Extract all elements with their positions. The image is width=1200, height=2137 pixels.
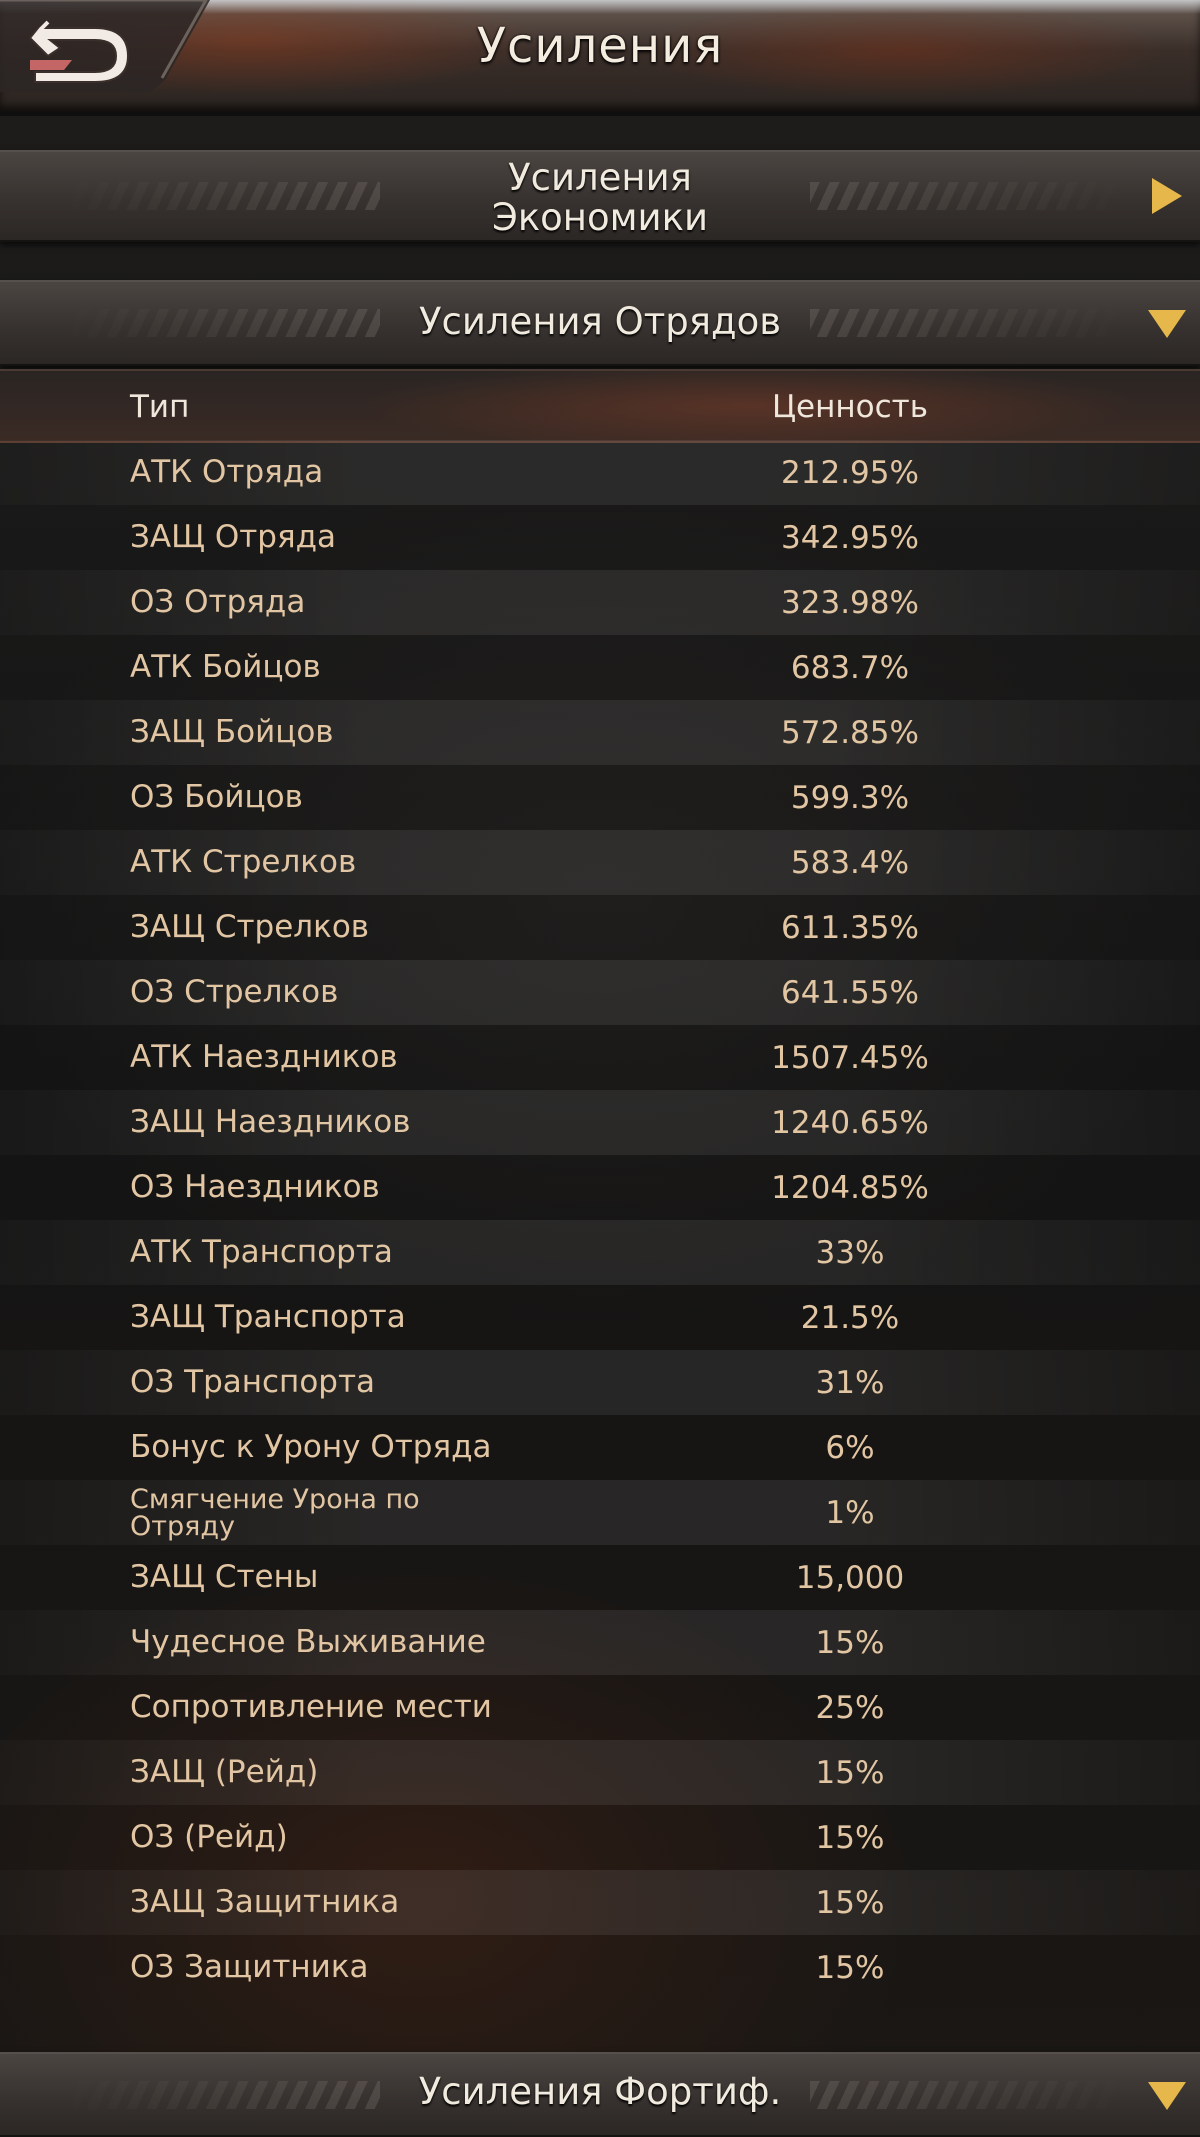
- row-name: АТК Наездников: [130, 1039, 398, 1075]
- row-value: 323.98%: [781, 584, 919, 621]
- chevron-right-icon: [1152, 178, 1182, 214]
- row-name: ЗАЩ (Рейд): [130, 1754, 319, 1790]
- row-value: 583.4%: [790, 844, 910, 881]
- chevron-down-icon: [1148, 2082, 1186, 2110]
- row-value: 342.95%: [781, 519, 919, 556]
- row-value: 21.5%: [800, 1299, 900, 1336]
- row-name: ОЗ Наездников: [130, 1169, 380, 1205]
- table-row: ЗАЩ Транспорта 21.5%: [0, 1285, 1200, 1350]
- row-value: 15%: [815, 1754, 885, 1791]
- row-value: 6%: [825, 1429, 875, 1466]
- row-name: АТК Бойцов: [130, 649, 321, 685]
- row-value: 572.85%: [781, 714, 919, 751]
- table-row: АТК Отряда 212.95%: [0, 440, 1200, 505]
- row-name: ЗАЩ Транспорта: [130, 1299, 406, 1335]
- row-value: 33%: [815, 1234, 885, 1271]
- row-name: АТК Стрелков: [130, 844, 357, 880]
- row-value: 15,000: [795, 1559, 905, 1596]
- row-value: 212.95%: [781, 454, 919, 491]
- table-row: ОЗ (Рейд) 15%: [0, 1805, 1200, 1870]
- table-row: Чудесное Выживание 15%: [0, 1610, 1200, 1675]
- row-name: ОЗ Транспорта: [130, 1364, 376, 1400]
- row-name: ОЗ (Рейд): [130, 1819, 288, 1855]
- table-row: Бонус к Урону Отряда 6%: [0, 1415, 1200, 1480]
- section-label: Усиления Экономики: [491, 156, 708, 239]
- row-name: ЗАЩ Наездников: [130, 1104, 411, 1140]
- table-row: ЗАЩ Бойцов 572.85%: [0, 700, 1200, 765]
- row-name: ОЗ Защитника: [130, 1949, 369, 1985]
- table-row: АТК Транспорта 33%: [0, 1220, 1200, 1285]
- row-name: АТК Транспорта: [130, 1234, 393, 1270]
- row-name: ОЗ Отряда: [130, 584, 306, 620]
- table-row: ОЗ Отряда 323.98%: [0, 570, 1200, 635]
- row-name: Сопротивление мести: [130, 1689, 492, 1725]
- row-value: 1507.45%: [771, 1039, 929, 1076]
- column-header-value: Ценность: [771, 389, 928, 425]
- row-value: 1240.65%: [771, 1104, 929, 1141]
- section-label: Усиления Отрядов: [418, 300, 782, 343]
- table-row: ЗАЩ Стрелков 611.35%: [0, 895, 1200, 960]
- table-row: АТК Наездников 1507.45%: [0, 1025, 1200, 1090]
- row-value: 611.35%: [781, 909, 919, 946]
- table-row: ЗАЩ (Рейд) 15%: [0, 1740, 1200, 1805]
- table-row: ОЗ Бойцов 599.3%: [0, 765, 1200, 830]
- table-row: АТК Бойцов 683.7%: [0, 635, 1200, 700]
- row-value: 15%: [815, 1624, 885, 1661]
- table-row: АТК Стрелков 583.4%: [0, 830, 1200, 895]
- row-value: 683.7%: [790, 649, 910, 686]
- table-row: ОЗ Транспорта 31%: [0, 1350, 1200, 1415]
- chevron-down-icon: [1148, 310, 1186, 338]
- section-troop-boosts[interactable]: Усиления Отрядов: [0, 280, 1200, 366]
- table-row: ОЗ Защитника 15%: [0, 1935, 1200, 2000]
- row-name: Бонус к Урону Отряда: [130, 1429, 492, 1465]
- row-name: ЗАЩ Бойцов: [130, 714, 334, 750]
- row-name: ЗАЩ Отряда: [130, 519, 337, 555]
- section-fort-boosts[interactable]: Усиления Фортиф.: [0, 2052, 1200, 2137]
- row-name: АТК Отряда: [130, 454, 324, 490]
- top-bar: Усиления: [0, 0, 1200, 116]
- table-row: ОЗ Наездников 1204.85%: [0, 1155, 1200, 1220]
- row-value: 1%: [825, 1494, 875, 1531]
- row-value: 1204.85%: [771, 1169, 929, 1206]
- row-name: ОЗ Бойцов: [130, 779, 303, 815]
- section-economy-boosts[interactable]: Усиления Экономики: [0, 150, 1200, 242]
- row-value: 599.3%: [790, 779, 910, 816]
- row-value: 15%: [815, 1949, 885, 1986]
- row-value: 15%: [815, 1819, 885, 1856]
- page-title: Усиления: [476, 18, 724, 74]
- section-label: Усиления Фортиф.: [418, 2070, 782, 2113]
- table-row: ОЗ Стрелков 641.55%: [0, 960, 1200, 1025]
- table-row: Сопротивление мести 25%: [0, 1675, 1200, 1740]
- table-row: ЗАЩ Отряда 342.95%: [0, 505, 1200, 570]
- row-value: 25%: [815, 1689, 885, 1726]
- row-name: Смягчение Урона по Отряду: [130, 1483, 420, 1542]
- table-row: ЗАЩ Наездников 1240.65%: [0, 1090, 1200, 1155]
- table-header: Тип Ценность: [0, 369, 1200, 443]
- table-row: ЗАЩ Стены 15,000: [0, 1545, 1200, 1610]
- row-name: Чудесное Выживание: [130, 1624, 486, 1660]
- row-value: 15%: [815, 1884, 885, 1921]
- table-row: ЗАЩ Защитника 15%: [0, 1870, 1200, 1935]
- row-value: 641.55%: [781, 974, 919, 1011]
- table-row: Смягчение Урона по Отряду 1%: [0, 1480, 1200, 1545]
- row-name: ЗАЩ Защитника: [130, 1884, 400, 1920]
- row-name: ЗАЩ Стены: [130, 1559, 319, 1595]
- column-header-type: Тип: [130, 389, 190, 425]
- row-name: ЗАЩ Стрелков: [130, 909, 370, 945]
- row-name: ОЗ Стрелков: [130, 974, 339, 1010]
- row-value: 31%: [815, 1364, 885, 1401]
